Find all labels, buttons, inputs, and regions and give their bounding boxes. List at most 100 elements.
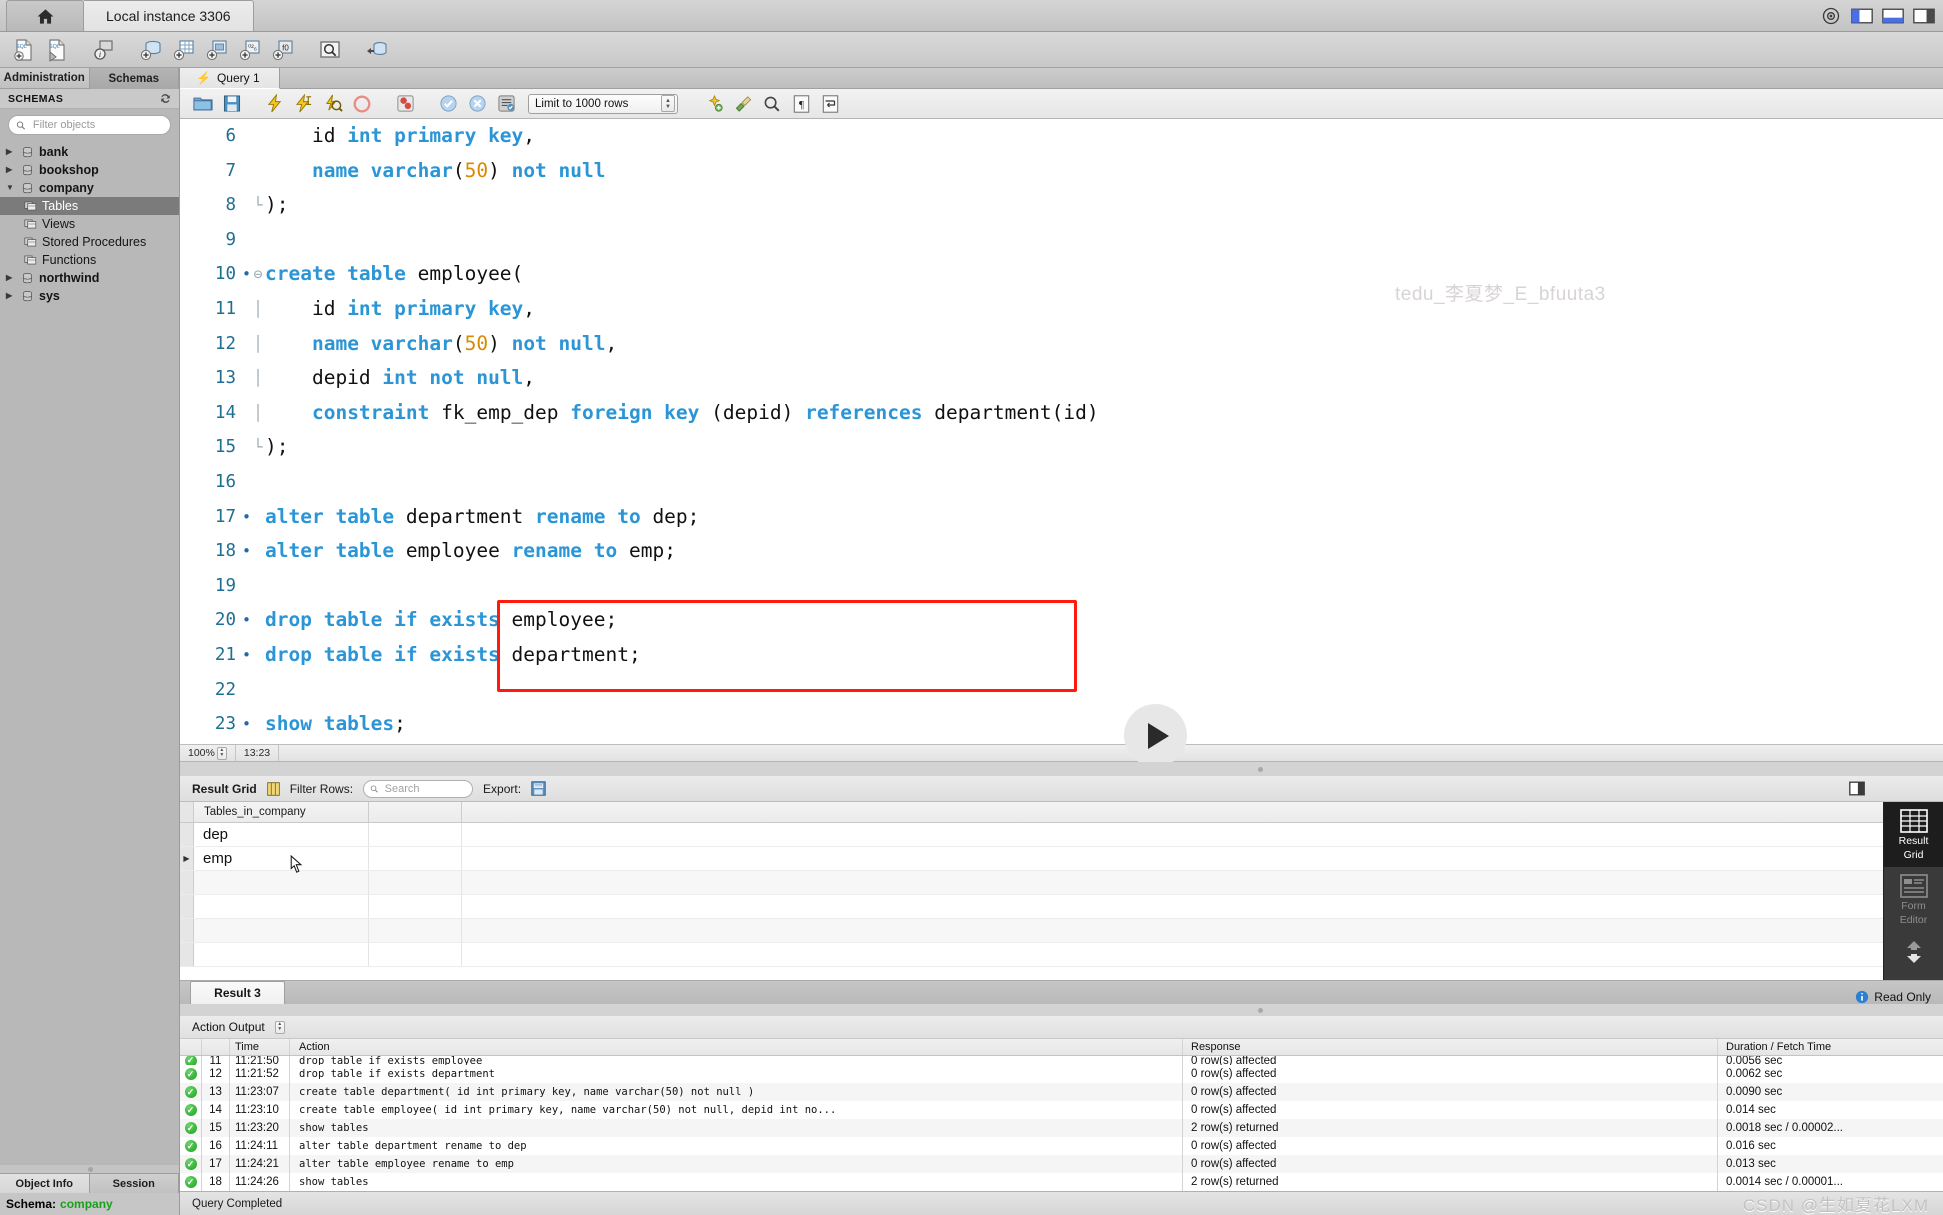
cell-empty[interactable] [194, 871, 369, 894]
tree-node-bank[interactable]: ▶ bank [0, 143, 179, 161]
zoom-stepper-icon[interactable]: ▲▼ [217, 747, 227, 760]
sql-editor[interactable]: 6 id int primary key,7 name varchar(50) … [180, 119, 1943, 744]
cell-tables-in-company[interactable]: dep [194, 823, 369, 846]
statement-marker[interactable]: • [242, 534, 251, 569]
action-column-header[interactable]: Action [290, 1039, 1183, 1055]
tab-query-1[interactable]: ⚡ Query 1 [180, 68, 280, 89]
row-limit-select[interactable]: Limit to 1000 rows ▲▼ [528, 94, 678, 114]
chevron-right-icon[interactable]: ▶ [6, 292, 16, 300]
open-sql-script-icon[interactable]: SQL [41, 35, 72, 65]
action-output-row[interactable]: ✓1511:23:20show tables2 row(s) returned0… [180, 1119, 1943, 1137]
cell-empty[interactable] [194, 943, 369, 966]
stop-execution-icon[interactable] [349, 92, 375, 116]
commit-icon[interactable] [435, 92, 461, 116]
search-icon[interactable] [759, 92, 785, 116]
find-icon[interactable] [730, 92, 756, 116]
table-row-empty[interactable] [180, 943, 1883, 967]
action-output-table[interactable]: Time Action Response Duration / Fetch Ti… [180, 1038, 1943, 1191]
fold-marker[interactable]: └ [251, 430, 265, 465]
statement-marker[interactable]: • [242, 257, 251, 292]
code-line[interactable]: 15└); [180, 430, 1943, 465]
filter-rows-input[interactable] [383, 782, 466, 796]
code-line[interactable]: 22 [180, 673, 1943, 708]
tree-node-views[interactable]: Views [0, 215, 179, 233]
tree-node-stored-procedures[interactable]: Stored Procedures [0, 233, 179, 251]
cell-empty[interactable] [369, 871, 462, 894]
code-line[interactable]: 16 [180, 465, 1943, 500]
toggle-stop-on-error-icon[interactable] [392, 92, 418, 116]
tab-session[interactable]: Session [90, 1174, 180, 1193]
refresh-icon[interactable] [159, 92, 172, 105]
table-row-empty[interactable] [180, 871, 1883, 895]
action-output-row[interactable]: ✓1311:23:07create table department( id i… [180, 1083, 1943, 1101]
grid-icon[interactable] [267, 782, 280, 796]
action-output-row[interactable]: ✓1111:21:50drop table if exists employee… [180, 1056, 1943, 1065]
execute-all-icon[interactable] [262, 92, 288, 116]
fold-marker[interactable]: ⊖ [251, 257, 265, 292]
cell-empty[interactable] [369, 919, 462, 942]
new-schema-icon[interactable] [135, 35, 166, 65]
code-line[interactable]: 19 [180, 569, 1943, 604]
chevron-right-icon[interactable]: ▶ [6, 274, 16, 282]
toggle-autocommit-icon[interactable] [493, 92, 519, 116]
connection-tab[interactable]: Local instance 3306 [84, 0, 254, 31]
fold-marker[interactable]: │ [251, 292, 265, 327]
rollback-icon[interactable] [464, 92, 490, 116]
fold-marker[interactable]: └ [251, 188, 265, 223]
table-row[interactable]: ▶ emp [180, 847, 1883, 871]
tab-object-info[interactable]: Object Info [0, 1174, 90, 1193]
fold-marker[interactable]: │ [251, 327, 265, 362]
tab-result-3[interactable]: Result 3 [190, 981, 285, 1004]
code-line[interactable]: 8└); [180, 188, 1943, 223]
code-line[interactable]: 10•⊖create table employee( [180, 257, 1943, 292]
tree-node-functions[interactable]: Functions [0, 251, 179, 269]
filter-objects-box[interactable] [8, 115, 171, 135]
sql-editor-content[interactable]: 6 id int primary key,7 name varchar(50) … [180, 119, 1943, 744]
rail-result-grid[interactable]: Result Grid [1884, 802, 1943, 867]
tree-node-northwind[interactable]: ▶ northwind [0, 269, 179, 287]
code-line[interactable]: 11│ id int primary key, [180, 292, 1943, 327]
cell-empty[interactable] [369, 895, 462, 918]
code-line[interactable]: 14│ constraint fk_emp_dep foreign key (d… [180, 396, 1943, 431]
stepper-icon[interactable]: ▲▼ [661, 95, 675, 112]
code-line[interactable]: 9 [180, 223, 1943, 258]
action-output-row[interactable]: ✓1411:23:10create table employee( id int… [180, 1101, 1943, 1119]
result-grid[interactable]: Tables_in_company dep ▶ emp [180, 802, 1883, 980]
rail-expand-collapse[interactable] [1884, 932, 1943, 971]
sidebar-splitter[interactable] [0, 1165, 179, 1173]
code-line[interactable]: 20•drop table if exists employee; [180, 603, 1943, 638]
settings-gear-icon[interactable] [1820, 6, 1842, 26]
results-output-splitter[interactable] [180, 1004, 1943, 1016]
home-tab[interactable] [6, 0, 84, 31]
new-table-icon[interactable] [168, 35, 199, 65]
toggle-side-panel-icon[interactable] [1849, 781, 1865, 796]
execute-overlay-button[interactable] [1124, 704, 1187, 767]
statement-marker[interactable]: • [242, 603, 251, 638]
chevron-down-icon[interactable]: ▼ [6, 184, 16, 192]
duration-column-header[interactable]: Duration / Fetch Time [1718, 1039, 1943, 1055]
tree-node-company[interactable]: ▼ company [0, 179, 179, 197]
wrap-lines-icon[interactable] [817, 92, 843, 116]
cell-empty[interactable] [194, 919, 369, 942]
cell-empty[interactable] [369, 943, 462, 966]
tree-node-tables[interactable]: Tables [0, 197, 179, 215]
sidebar-tab-schemas[interactable]: Schemas [90, 68, 180, 89]
new-sql-tab-icon[interactable]: SQL [8, 35, 39, 65]
reconnect-dbms-icon[interactable] [361, 35, 392, 65]
execute-current-icon[interactable] [291, 92, 317, 116]
cell-tables-in-company[interactable]: emp [194, 847, 369, 870]
code-line[interactable]: 23•show tables; [180, 707, 1943, 742]
chevron-right-icon[interactable]: ▶ [6, 148, 16, 156]
column-header-tables-in-company[interactable]: Tables_in_company [194, 802, 369, 822]
tree-node-bookshop[interactable]: ▶ bookshop [0, 161, 179, 179]
cell-empty[interactable] [369, 823, 462, 846]
code-line[interactable]: 7 name varchar(50) not null [180, 154, 1943, 189]
code-line[interactable]: 21•drop table if exists department; [180, 638, 1943, 673]
action-output-row[interactable]: ✓1611:24:11alter table department rename… [180, 1137, 1943, 1155]
filter-objects-input[interactable] [31, 118, 163, 132]
new-procedure-icon[interactable]: ⁰²₆ [234, 35, 265, 65]
response-column-header[interactable]: Response [1183, 1039, 1718, 1055]
cell-empty[interactable] [369, 847, 462, 870]
code-line[interactable]: 18•alter table employee rename to emp; [180, 534, 1943, 569]
toggle-invisible-chars-icon[interactable]: ¶ [788, 92, 814, 116]
